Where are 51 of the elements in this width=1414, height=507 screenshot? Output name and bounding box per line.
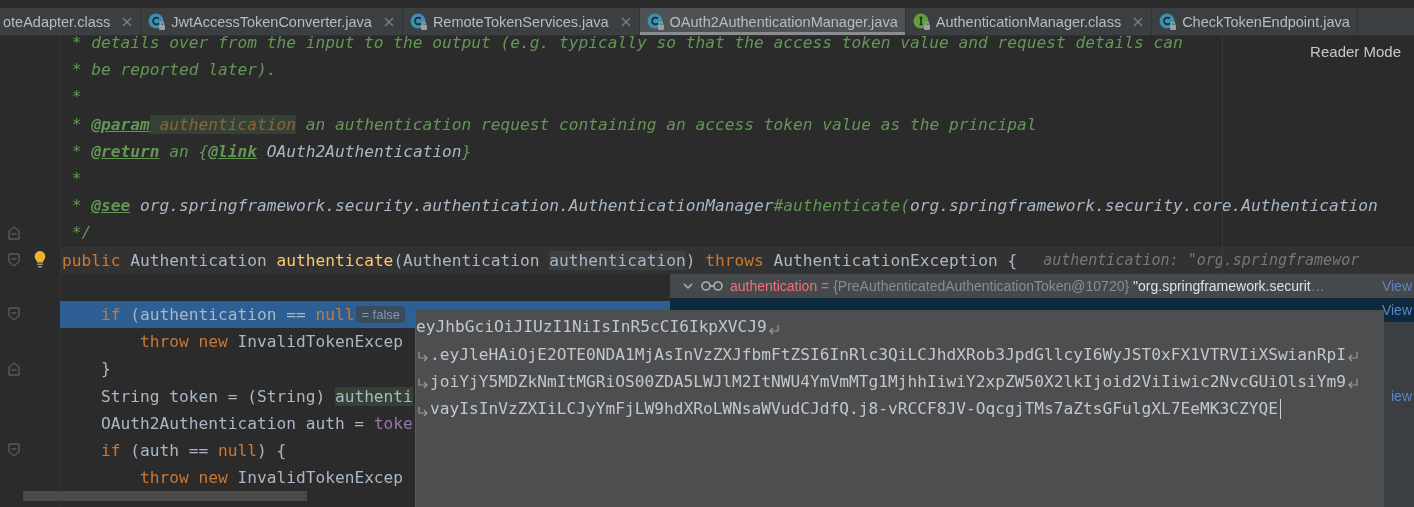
scrollbar-thumb[interactable]	[23, 491, 307, 501]
view-link[interactable]: iew	[1391, 388, 1412, 404]
close-icon[interactable]	[619, 15, 632, 28]
code-line: public Authentication authenticate(Authentication authentication) throws AuthenticationException {	[62, 250, 1018, 270]
tree-row[interactable]: authentication = {PreAuthenticatedAuthenticationToken@10720} "org.springframework.securit… View	[670, 274, 1414, 298]
editor-tab[interactable]: oteAdapter.class	[0, 8, 142, 35]
fold-icon[interactable]	[8, 361, 20, 376]
code-line: * be reported later).	[70, 60, 277, 80]
code-line: if (auth == null) {	[99, 440, 287, 460]
code-line: *	[70, 169, 82, 189]
view-link[interactable]: View	[1381, 302, 1412, 318]
close-icon[interactable]	[121, 15, 134, 28]
fold-icon[interactable]	[8, 253, 20, 268]
editor-tab[interactable]: AuthenticationManager.class	[905, 8, 1153, 35]
variable-value: authentication = {PreAuthenticatedAuthenticationToken@10720} "org.springframework.securit…	[730, 278, 1325, 294]
fold-icon[interactable]	[8, 307, 20, 322]
code-line: * details over from the input to the output (e.g. typically so that the access token value and request details can	[70, 33, 1183, 53]
code-line: String token = (String) authenti	[99, 386, 413, 406]
class-file-icon	[1159, 12, 1178, 31]
code-line: */	[70, 223, 92, 243]
class-file-icon	[148, 12, 167, 31]
code-line: if (authentication == null	[99, 304, 355, 324]
class-file-icon	[646, 12, 665, 31]
close-icon[interactable]	[1132, 15, 1145, 28]
glasses-icon	[701, 280, 723, 292]
interface-file-icon	[912, 12, 931, 31]
editor-tab[interactable]: JwtAccessTokenConverter.java	[141, 8, 403, 35]
code-line: * @return an {@link OAuth2Authentication}	[70, 141, 472, 161]
chevron-down-icon[interactable]	[682, 280, 694, 292]
value-text: .eyJleHAiOjE2OTE0NDA1MjAsInVzZXJfbmFtZSI6InRlc3QiLCJhdXRob3JpdGllcyI6WyJST0xFX1VTRVIiXSwianRpI	[430, 344, 1347, 364]
code-line: OAuth2Authentication auth = toke	[99, 413, 413, 433]
code-line: throw new InvalidTokenExcep	[138, 332, 404, 352]
class-file-icon	[409, 12, 428, 31]
close-icon[interactable]	[382, 15, 395, 28]
code-line: * @see org.springframework.security.authentication.AuthenticationManager#authenticate(org.springframework.security.core.Authentication	[70, 196, 1378, 216]
code-line: }	[99, 359, 111, 379]
editor-tab[interactable]: CheckTokenEndpoint.java	[1152, 8, 1358, 35]
inline-value-hint: authentication: "org.springframewor	[1043, 251, 1360, 270]
value-text: vayIsInVzZXIiLCJyYmFjLW9hdXRoLWNsaWVudCJdfQ.j8-vRCCF8JV-OqcgjTMs7aZtsGFulgXL7EeMK3CZYQE	[430, 399, 1278, 419]
code-line: *	[70, 87, 82, 107]
fold-icon[interactable]	[8, 225, 20, 240]
code-line: * @param authentication an authentication request containing an access token value as the principal	[70, 114, 1037, 134]
reader-mode-link[interactable]: Reader Mode	[1310, 43, 1401, 60]
code-line: throw new InvalidTokenExcep	[138, 468, 404, 488]
fold-icon[interactable]	[8, 443, 20, 458]
value-text: eyJhbGciOiJIUzI1NiIsInR5cCI6IkpXVCJ9	[416, 317, 767, 337]
value-text: joiYjY5MDZkNmItMGRiOS00ZDA5LWJlM2ItNWU4YmVmMTg1MjhhIiwiY2xpZW50X2lkIjoid2ViIiwic2NvcGUiOlsiYm9	[430, 371, 1347, 391]
editor-tab[interactable]: OAuth2AuthenticationManager.java	[639, 8, 906, 35]
editor-tab[interactable]: RemoteTokenServices.java	[402, 8, 640, 35]
lightbulb-icon[interactable]	[33, 249, 47, 268]
value-hint: = false	[356, 305, 406, 323]
